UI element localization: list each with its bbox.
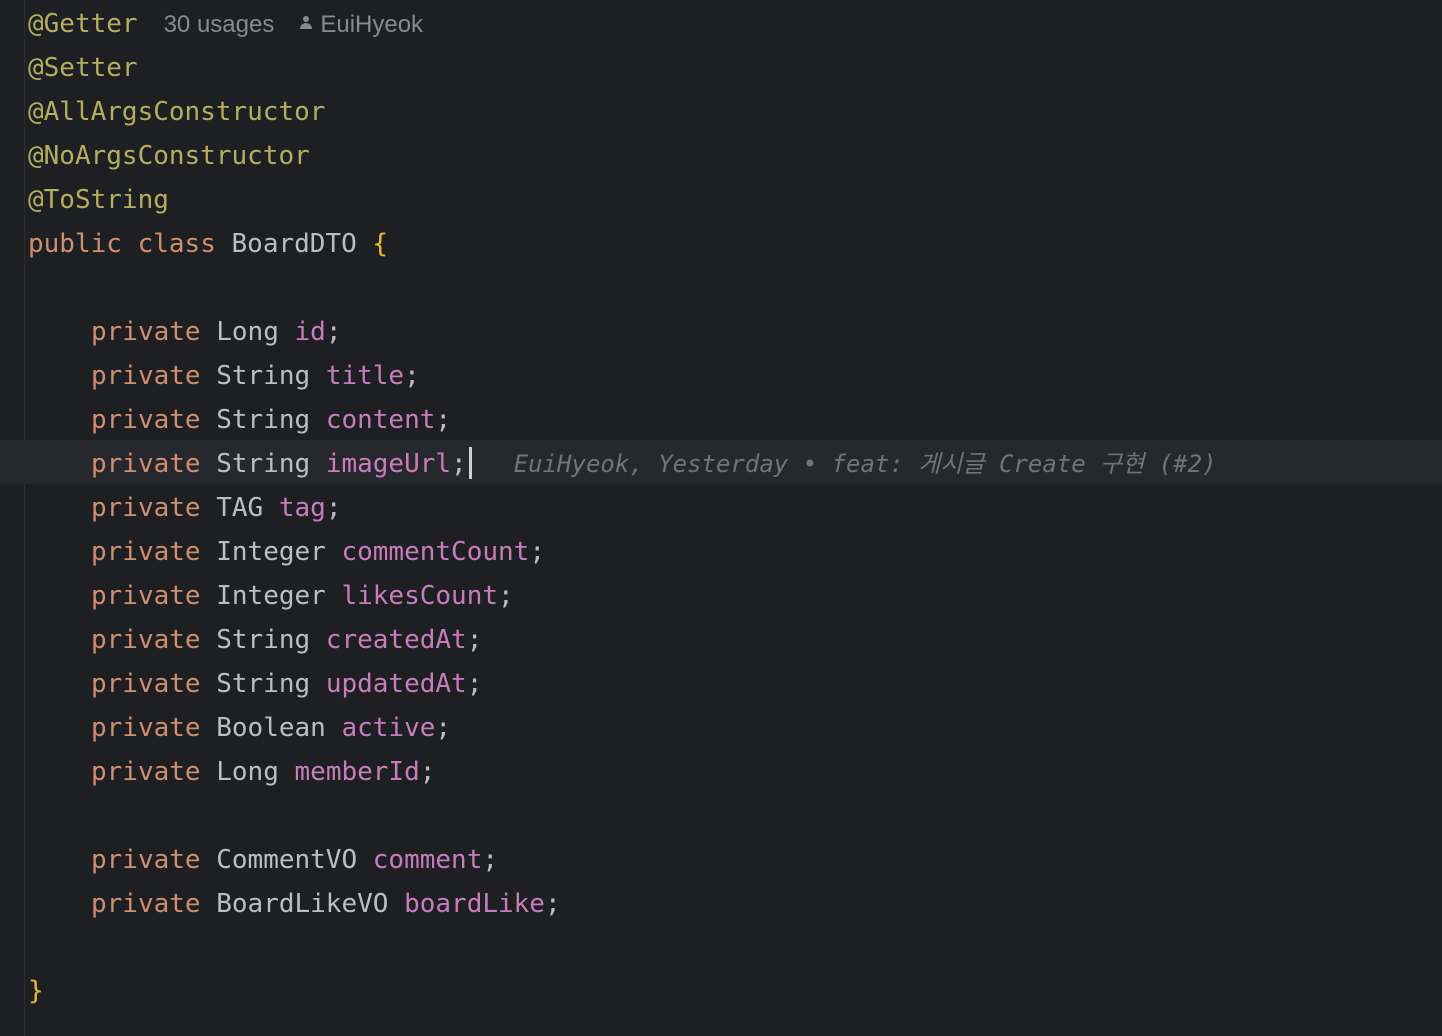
git-blame-annotation[interactable]: EuiHyeok, Yesterday • feat: 게시글 Create 구… (514, 450, 1217, 478)
field-name: boardLike (404, 889, 545, 919)
field-name: commentCount (341, 537, 530, 567)
field-line[interactable]: private Boolean active; (91, 706, 451, 750)
field-modifier: private (91, 757, 201, 787)
field-modifier: private (91, 317, 201, 347)
field-line[interactable]: private Integer commentCount; (91, 530, 545, 574)
field-type: String (216, 625, 311, 655)
field-type: CommentVO (216, 845, 358, 875)
class-declaration[interactable]: public class BoardDTO { (28, 222, 388, 266)
field-modifier: private (91, 405, 201, 435)
open-brace: { (372, 229, 389, 259)
field-name: imageUrl (325, 449, 452, 479)
field-line[interactable]: private Integer likesCount; (91, 574, 514, 618)
field-name: tag (278, 493, 326, 523)
field-name: title (325, 361, 405, 391)
annotation-noargsconstructor: @NoArgsConstructor (28, 141, 310, 171)
field-line[interactable]: private Long id; (91, 310, 341, 354)
semicolon: ; (482, 845, 499, 875)
field-type: Long (216, 317, 279, 347)
field-line[interactable]: private Long memberId; (91, 750, 435, 794)
class-keyword: class (137, 229, 216, 259)
field-line[interactable]: private String createdAt; (91, 618, 482, 662)
field-modifier: private (91, 625, 201, 655)
field-type: Boolean (216, 713, 326, 743)
field-name: content (325, 405, 436, 435)
field-type: BoardLikeVO (216, 889, 389, 919)
field-modifier: private (91, 669, 201, 699)
code-line-noargs[interactable]: @NoArgsConstructor (28, 134, 310, 178)
field-type: String (216, 449, 311, 479)
field-type: String (216, 405, 311, 435)
field-name: comment (372, 845, 483, 875)
code-line-setter[interactable]: @Setter (28, 46, 138, 90)
semicolon: ; (466, 625, 483, 655)
field-name: id (294, 317, 326, 347)
author-hint[interactable]: EuiHyeok (320, 11, 423, 38)
semicolon: ; (544, 889, 561, 919)
field-name: likesCount (341, 581, 499, 611)
field-modifier: private (91, 361, 201, 391)
field-type: String (216, 361, 311, 391)
field-line[interactable]: private TAG tag; (91, 486, 341, 530)
close-brace: } (28, 976, 44, 1006)
field-line[interactable]: private String content; (91, 398, 451, 442)
annotation-allargsconstructor: @AllArgsConstructor (28, 97, 326, 127)
semicolon: ; (435, 405, 452, 435)
field-line[interactable]: private CommentVO comment; (91, 838, 498, 882)
field-modifier: private (91, 889, 201, 919)
field-line[interactable]: private String updatedAt; (91, 662, 482, 706)
text-caret (468, 446, 472, 479)
code-line-tostring[interactable]: @ToString (28, 178, 169, 222)
field-modifier: private (91, 449, 201, 479)
field-name: memberId (294, 757, 420, 787)
semicolon: ; (451, 449, 467, 479)
semicolon: ; (498, 581, 514, 611)
semicolon: ; (325, 317, 342, 347)
field-type: Integer (216, 581, 326, 611)
annotation-tostring: @ToString (28, 185, 169, 215)
field-type: Long (216, 757, 279, 787)
semicolon: ; (404, 361, 420, 391)
field-line[interactable]: private String title; (91, 354, 420, 398)
field-line[interactable]: private BoardLikeVO boardLike; (91, 882, 561, 926)
code-line-allargs[interactable]: @AllArgsConstructor (28, 90, 325, 134)
field-line-current[interactable]: private String imageUrl; EuiHyeok, Yester… (91, 442, 1217, 486)
code-line-getter[interactable]: @Getter 30 usages EuiHyeok (28, 2, 423, 46)
semicolon: ; (529, 537, 545, 567)
field-modifier: private (91, 845, 201, 875)
field-name: updatedAt (325, 669, 467, 699)
field-modifier: private (91, 713, 201, 743)
field-name: active (341, 713, 436, 743)
usages-hint[interactable]: 30 usages (164, 11, 275, 38)
field-name: createdAt (325, 625, 467, 655)
field-type: String (216, 669, 311, 699)
class-name: BoardDTO (231, 229, 357, 259)
field-modifier: private (91, 581, 201, 611)
semicolon: ; (325, 493, 342, 523)
annotation-getter: @Getter (28, 9, 138, 39)
annotation-setter: @Setter (28, 53, 138, 83)
semicolon: ; (435, 713, 452, 743)
semicolon: ; (419, 757, 436, 787)
field-type: TAG (216, 493, 264, 523)
field-modifier: private (91, 493, 201, 523)
class-close[interactable]: } (28, 969, 44, 1013)
code-editor[interactable]: @Getter 30 usages EuiHyeok @Setter @AllArg… (0, 0, 1442, 1036)
gutter (0, 0, 25, 1036)
person-icon (298, 15, 314, 31)
semicolon: ; (466, 669, 483, 699)
public-keyword: public (28, 229, 122, 259)
field-modifier: private (91, 537, 201, 567)
field-type: Integer (216, 537, 326, 567)
